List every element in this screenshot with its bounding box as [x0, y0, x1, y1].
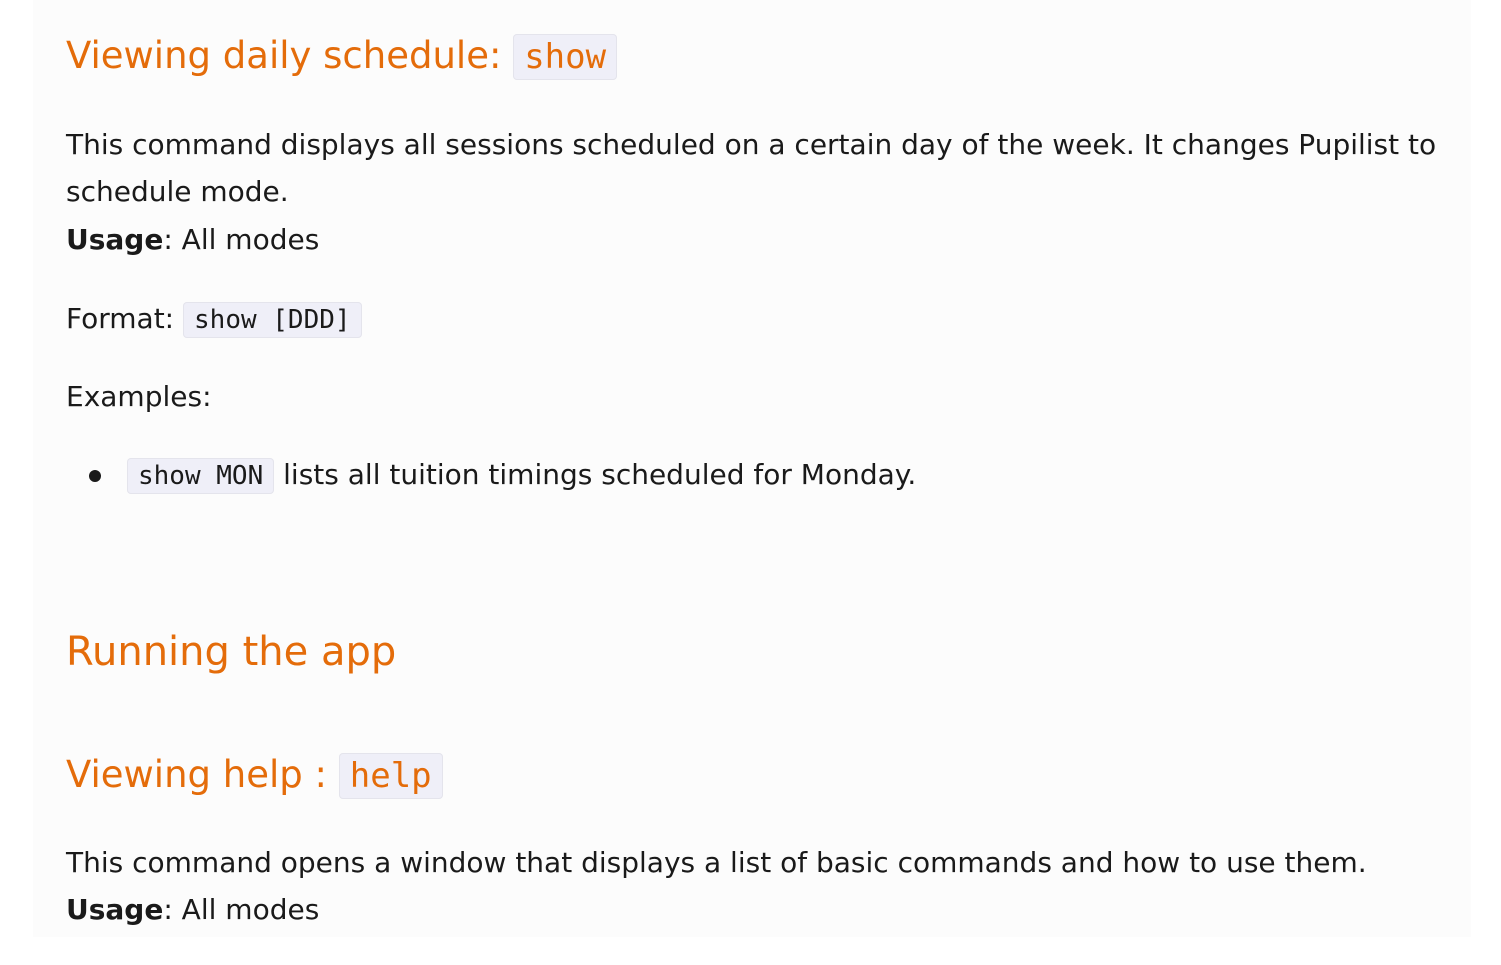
inline-code: show: [513, 34, 618, 80]
usage-label: Usage: [66, 893, 164, 926]
usage-value: : All modes: [163, 223, 320, 256]
format-code: show [DDD]: [183, 302, 362, 338]
example-code: show MON: [127, 458, 275, 494]
heading-viewing-daily-schedule: Viewing daily schedule: show: [66, 34, 618, 80]
examples-label: Examples:: [66, 380, 212, 413]
format-line: Format: show [DDD]: [66, 295, 362, 344]
usage-label: Usage: [66, 223, 164, 256]
list-item: show MON lists all tuition timings sched…: [89, 451, 916, 500]
section-description: This command displays all sessions sched…: [66, 128, 1437, 208]
section-description: This command opens a window that display…: [66, 846, 1367, 879]
usage-line: Usage: All modes: [66, 216, 319, 263]
heading-viewing-help: Viewing help : help: [66, 753, 443, 799]
inline-code: help: [338, 753, 443, 799]
usage-line: Usage: All modes: [66, 886, 319, 933]
heading-running-the-app: Running the app: [66, 629, 397, 675]
format-label: Format:: [66, 302, 175, 335]
heading-text: Viewing daily schedule:: [66, 34, 502, 77]
example-text: lists all tuition timings scheduled for …: [283, 458, 917, 491]
heading-text: Viewing help :: [66, 753, 327, 796]
usage-value: : All modes: [163, 893, 320, 926]
bullet-icon: [89, 470, 101, 482]
